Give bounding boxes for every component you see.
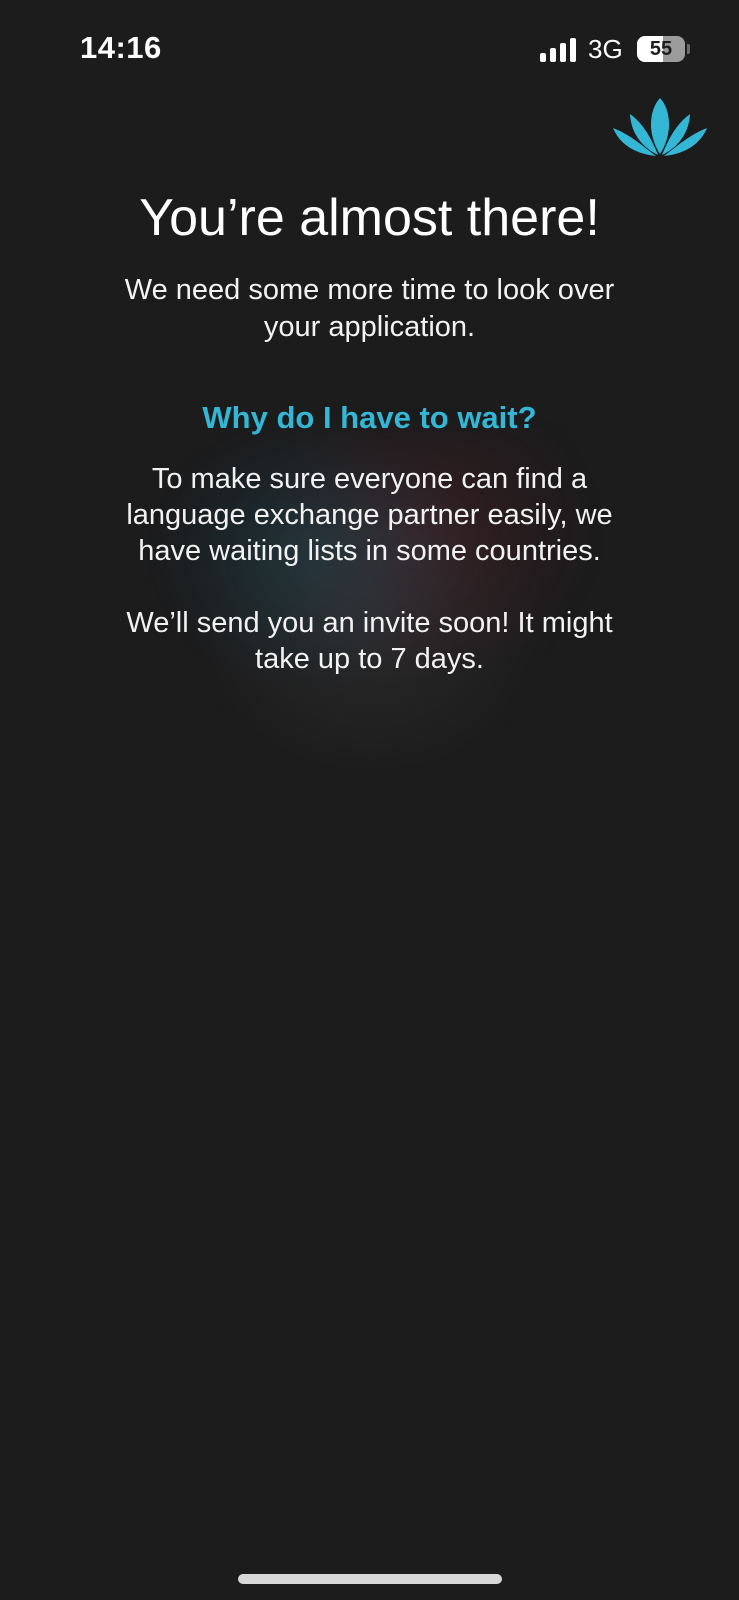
status-time: 14:16 — [80, 30, 162, 65]
cellular-signal-icon — [540, 38, 578, 62]
battery-level: 55 — [649, 38, 673, 60]
waiting-list-explanation: To make sure everyone can find a languag… — [126, 463, 613, 567]
wait-question-heading: Why do I have to wait? — [202, 400, 537, 435]
subtitle-text: We need some more time to look over your… — [124, 274, 615, 343]
status-bar: 14:16 3G 55 — [0, 0, 739, 100]
home-indicator[interactable] — [238, 1574, 502, 1584]
network-type: 3G — [588, 34, 623, 64]
battery-icon: 55 — [637, 36, 690, 62]
page-title: You’re almost there! — [139, 189, 600, 247]
invite-message: We’ll send you an invite soon! It might … — [126, 607, 613, 675]
lotus-icon — [613, 98, 707, 156]
